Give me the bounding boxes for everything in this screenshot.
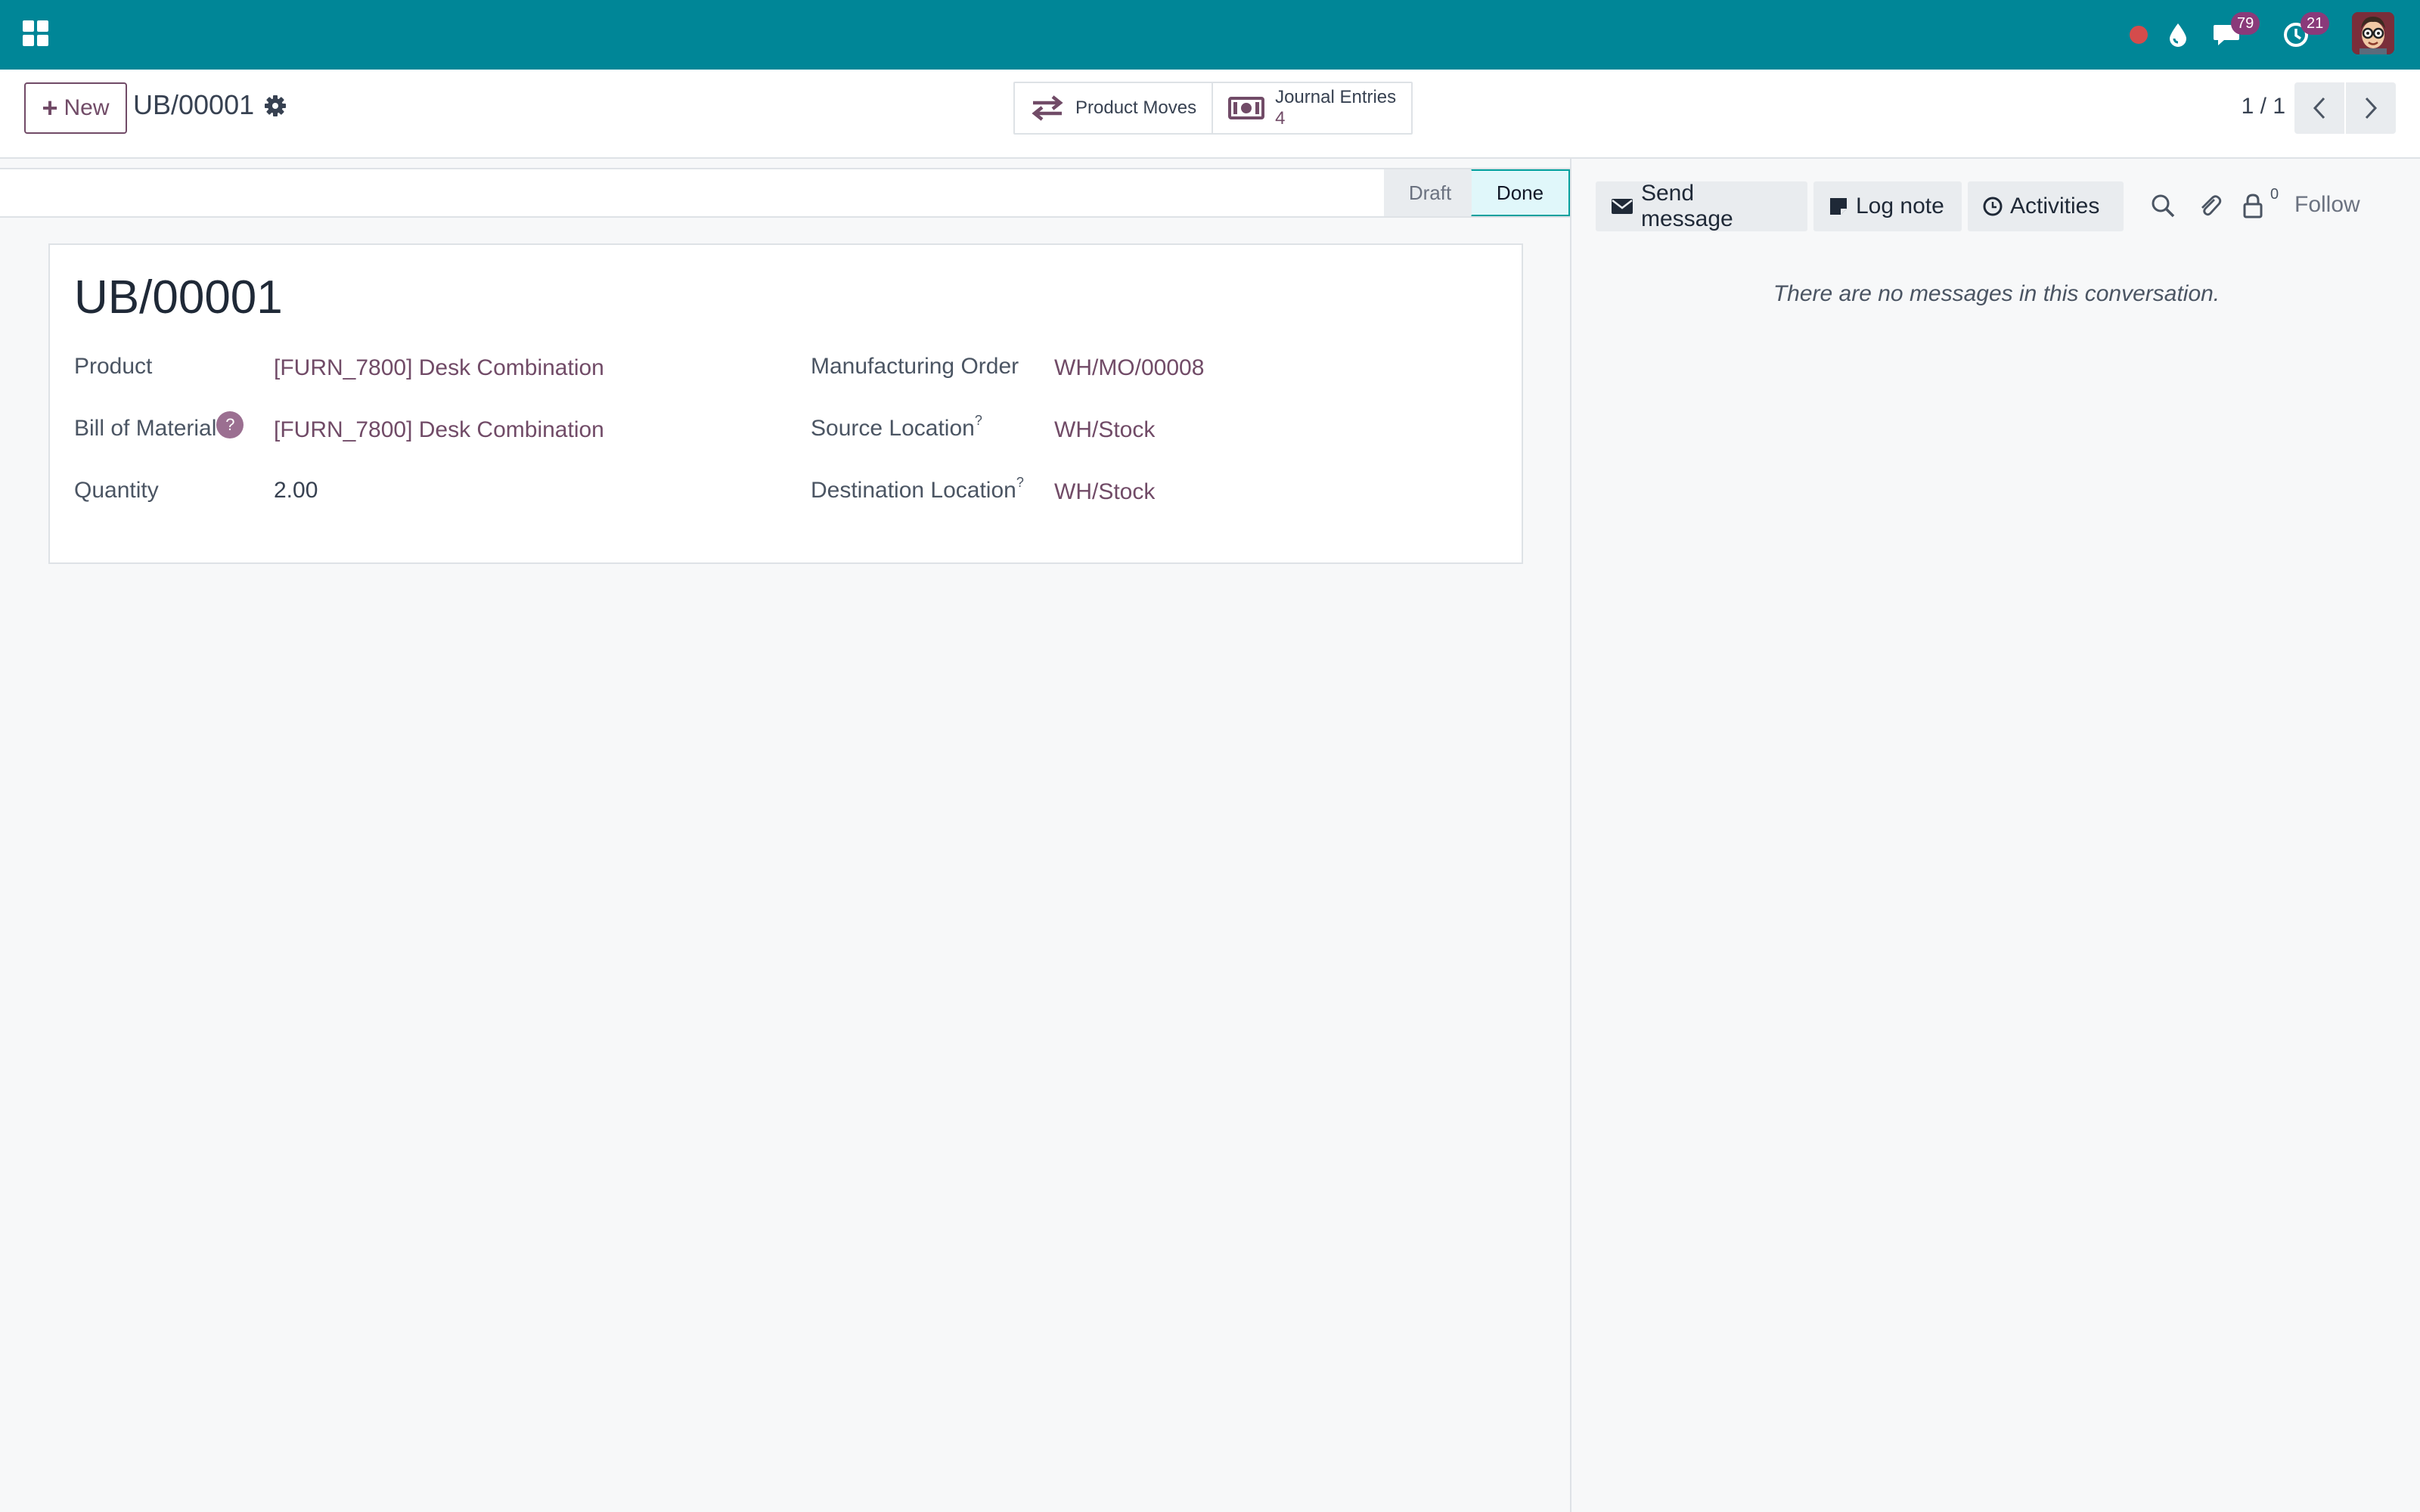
destination-location-help[interactable]: ? (1016, 475, 1024, 490)
source-location-text: Source Location (811, 416, 975, 441)
gear-icon[interactable] (263, 94, 287, 118)
journal-entries-label: Journal Entries (1275, 87, 1397, 107)
product-moves-button[interactable]: Product Moves (1015, 83, 1212, 133)
recording-indicator-icon[interactable] (2121, 17, 2157, 53)
bill-of-material-label: Bill of Material? (74, 411, 244, 442)
top-navbar: 79 21 (0, 0, 2420, 70)
bill-of-material-text: Bill of Material (74, 416, 217, 441)
new-button[interactable]: + New (24, 82, 127, 134)
activity-clock-icon[interactable]: 21 (2278, 12, 2330, 53)
chevron-right-icon (2365, 97, 2378, 119)
followers-lock-icon[interactable] (2242, 192, 2272, 222)
source-location-help[interactable]: ? (975, 413, 982, 428)
destination-location-value[interactable]: WH/Stock (1054, 479, 1155, 505)
destination-location-text: Destination Location (811, 478, 1016, 503)
search-messages-icon[interactable] (2149, 192, 2180, 222)
plus-icon: + (42, 92, 58, 123)
source-location-value[interactable]: WH/Stock (1054, 417, 1155, 443)
chatter-panel: Send message Log note Activities 0 Follo… (1573, 159, 2420, 1512)
quantity-label: Quantity (74, 478, 159, 503)
control-panel: + New UB/00001 Product Moves Journal Ent… (0, 70, 2420, 159)
paperclip-icon[interactable] (2196, 192, 2226, 222)
source-location-label: Source Location? (811, 413, 982, 442)
product-label: Product (74, 354, 153, 379)
activities-label: Activities (2010, 194, 2100, 218)
user-avatar[interactable] (2352, 12, 2394, 54)
record-reference: UB/00001 (74, 271, 283, 324)
send-message-button[interactable]: Send message (1596, 181, 1807, 231)
activities-button[interactable]: Activities (1968, 181, 2124, 231)
form-sheet: UB/00001 Product [FURN_7800] Desk Combin… (48, 243, 1523, 564)
log-note-label: Log note (1856, 194, 1944, 218)
messaging-icon[interactable]: 79 (2208, 12, 2260, 53)
pager-previous-button[interactable] (2294, 82, 2344, 134)
quantity-value: 2.00 (274, 478, 318, 503)
log-note-button[interactable]: Log note (1813, 181, 1962, 231)
destination-location-label: Destination Location? (811, 475, 1024, 503)
manufacturing-order-value[interactable]: WH/MO/00008 (1054, 355, 1204, 381)
smart-buttons: Product Moves Journal Entries 4 (1013, 82, 1413, 135)
pager-value[interactable]: 1 / 1 (2242, 94, 2285, 119)
send-message-label: Send message (1640, 181, 1733, 231)
product-value[interactable]: [FURN_7800] Desk Combination (274, 355, 604, 381)
empty-conversation-text: There are no messages in this conversati… (1773, 281, 2220, 306)
messaging-badge: 79 (2231, 12, 2260, 35)
envelope-icon (1611, 199, 1633, 214)
statusbar (0, 168, 1570, 218)
chevron-left-icon (2313, 97, 2325, 119)
follower-count: 0 (2270, 186, 2279, 203)
bill-of-material-value[interactable]: [FURN_7800] Desk Combination (274, 417, 604, 443)
money-bill-icon (1228, 97, 1265, 119)
clock-icon (1983, 197, 2003, 216)
follow-button[interactable]: Follow (2294, 192, 2360, 218)
breadcrumb-record-title: UB/00001 (133, 89, 255, 120)
sticky-note-icon (1830, 198, 1847, 215)
product-moves-label: Product Moves (1075, 98, 1197, 118)
arrows-exchange-icon (1032, 95, 1063, 121)
help-tooltip-icon[interactable]: ? (216, 411, 244, 438)
journal-entries-count: 4 (1275, 108, 1286, 129)
manufacturing-order-label: Manufacturing Order (811, 354, 1019, 379)
journal-entries-button[interactable]: Journal Entries 4 (1212, 83, 1411, 133)
activity-badge: 21 (2301, 12, 2330, 35)
stage-draft[interactable]: Draft (1384, 169, 1476, 216)
apps-menu-icon[interactable] (23, 20, 48, 46)
new-button-label: New (64, 95, 110, 120)
pager-next-button[interactable] (2346, 82, 2396, 134)
drop-icon[interactable] (2160, 17, 2196, 53)
form-view: Draft Done UB/00001 Product [FURN_7800] … (0, 159, 1571, 1512)
stage-done[interactable]: Done (1472, 169, 1570, 216)
